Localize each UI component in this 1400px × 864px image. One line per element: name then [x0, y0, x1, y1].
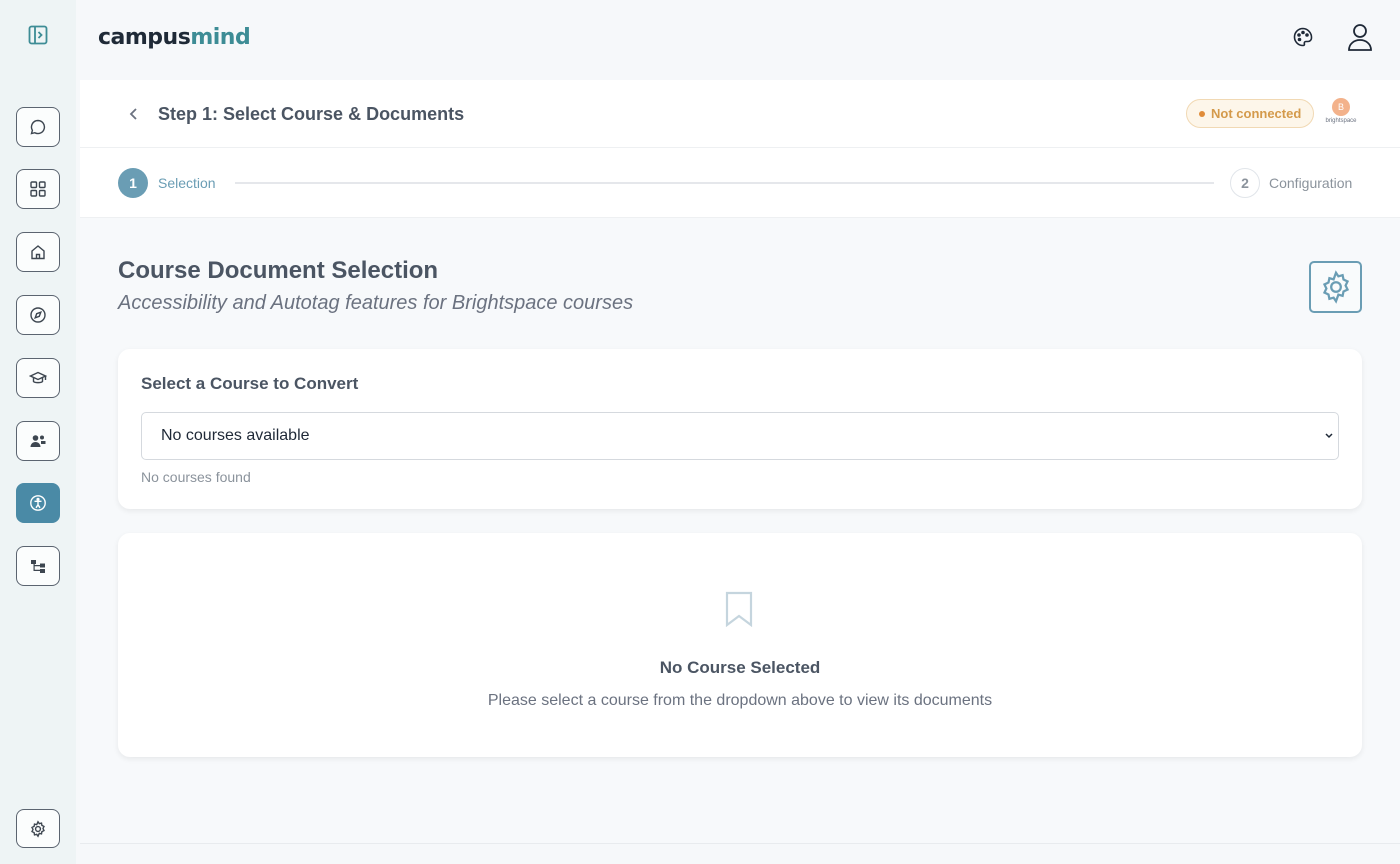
- connection-status-badge: Not connected: [1186, 99, 1315, 128]
- sidebar-item-users[interactable]: [16, 421, 60, 461]
- empty-state-message: Please select a course from the dropdown…: [487, 692, 993, 709]
- apps-grid-icon: [30, 181, 46, 197]
- sidebar-item-home[interactable]: [16, 232, 60, 272]
- sidebar-item-accessibility[interactable]: [16, 483, 60, 523]
- settings-gear-button[interactable]: [1309, 261, 1362, 313]
- sidebar-item-workflow[interactable]: [16, 546, 60, 586]
- gear-icon: [31, 819, 45, 838]
- step-title: Step 1: Select Course & Documents: [158, 104, 465, 124]
- course-dropdown[interactable]: No courses available: [141, 412, 1339, 460]
- accessibility-icon: [30, 495, 46, 511]
- step-2-label[interactable]: Configuration: [1269, 175, 1352, 191]
- app-logo[interactable]: campus mind: [98, 22, 251, 52]
- sidebar-item-chat[interactable]: [16, 107, 60, 147]
- course-dropdown-value: No courses available: [161, 427, 310, 444]
- course-help-text: No courses found: [141, 469, 251, 485]
- step-2-indicator[interactable]: 2: [1230, 168, 1260, 198]
- status-badge-label: Not connected: [1211, 106, 1302, 121]
- back-chevron-icon[interactable]: [124, 102, 144, 126]
- compass-icon: [30, 307, 46, 323]
- stepper-connector: [235, 182, 1214, 184]
- home-icon: [31, 245, 45, 260]
- sidebar-item-explore[interactable]: [16, 295, 60, 335]
- sidebar-item-courses[interactable]: [16, 358, 60, 398]
- step-1-label[interactable]: Selection: [158, 175, 216, 191]
- course-select-title: Select a Course to Convert: [141, 374, 359, 393]
- empty-state-card: No Course Selected Please select a cours…: [118, 533, 1362, 757]
- footer-divider: [80, 843, 1400, 844]
- empty-state-title: No Course Selected: [659, 658, 821, 677]
- step-header: Step 1: Select Course & Documents Not co…: [80, 80, 1400, 148]
- sidebar-item-apps[interactable]: [16, 169, 60, 209]
- page-subtitle: Accessibility and Autotag features for B…: [118, 292, 634, 314]
- main-content: Step 1: Select Course & Documents Not co…: [80, 80, 1400, 844]
- graduation-cap-icon: [29, 371, 47, 384]
- bookmark-icon: [725, 591, 753, 627]
- workflow-icon: [31, 560, 45, 573]
- palette-icon[interactable]: [1288, 22, 1318, 52]
- settings-button[interactable]: [16, 809, 60, 848]
- step-1-indicator[interactable]: 1: [118, 168, 148, 198]
- course-select-card: Select a Course to Convert No courses av…: [118, 349, 1362, 509]
- page-title: Course Document Selection: [118, 257, 439, 284]
- chevron-down-icon: [1325, 433, 1333, 439]
- sidebar: [0, 0, 76, 864]
- users-icon: [30, 435, 46, 447]
- status-dot-icon: [1199, 110, 1205, 117]
- user-profile-icon[interactable]: [1345, 22, 1375, 52]
- gear-icon: [1322, 270, 1349, 304]
- brightspace-logo: B brightspace: [1322, 98, 1360, 130]
- stepper: 1 Selection 2 Configuration: [80, 148, 1400, 218]
- sidebar-toggle-icon[interactable]: [26, 23, 50, 47]
- chat-icon: [30, 119, 46, 135]
